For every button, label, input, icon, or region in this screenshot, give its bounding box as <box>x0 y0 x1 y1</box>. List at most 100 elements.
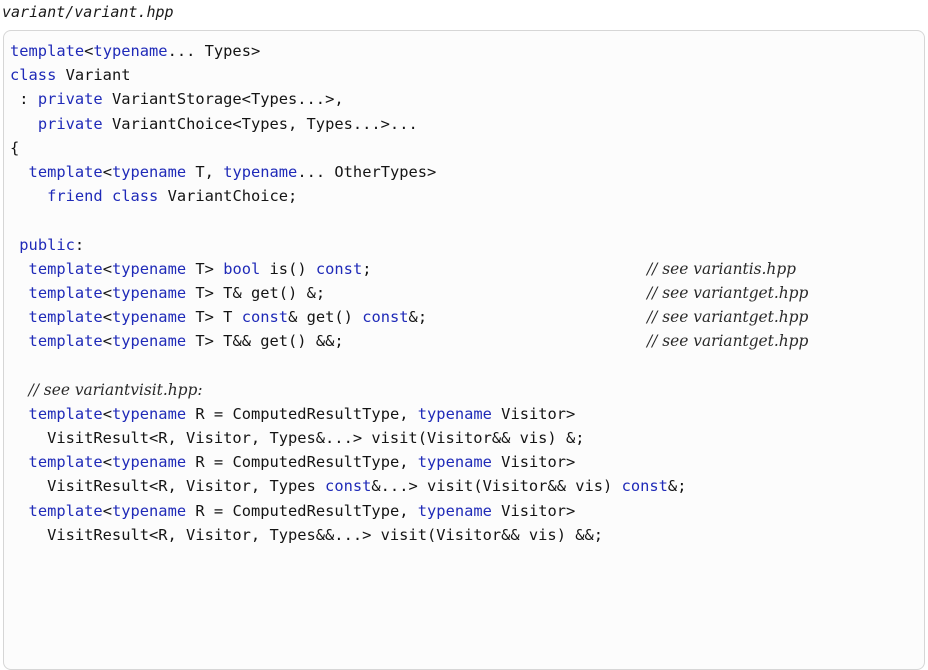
code-keyword: public <box>19 235 75 254</box>
code-keyword: typename <box>111 283 187 302</box>
code-keyword: template <box>28 283 103 302</box>
code-line: template<typename T> T&& get() &&; // see… <box>10 329 809 353</box>
code-line: friend class VariantChoice; <box>10 184 686 208</box>
code-text: VariantStorage<Types...>, <box>102 90 344 109</box>
code-keyword: template <box>10 42 85 60</box>
code-line: template<typename T> T const& get() cons… <box>10 305 809 329</box>
code-text: VisitResult<R, Visitor, Types&&...> visi… <box>10 525 604 544</box>
code-keyword: const <box>241 308 289 327</box>
code-keyword: template <box>28 453 103 472</box>
code-text: : <box>10 90 38 109</box>
code-line: VisitResult<R, Visitor, Types const&...>… <box>10 474 686 498</box>
code-listing: template<typename... Types> class Variant… <box>10 39 809 571</box>
code-keyword: private <box>37 90 103 109</box>
code-line: template<typename... Types> <box>10 39 686 63</box>
code-keyword: typename <box>111 308 187 327</box>
code-keyword: template <box>28 308 103 327</box>
code-keyword: private <box>37 114 103 133</box>
code-line: template<typename R = ComputedResultType… <box>10 402 686 426</box>
code-text: < <box>102 453 112 472</box>
code-text: Variant <box>56 66 131 85</box>
code-keyword: const <box>325 477 372 496</box>
file-name: variant/variant.hpp <box>2 3 174 21</box>
code-text: < <box>102 259 112 278</box>
code-text: < <box>102 283 112 302</box>
code-keyword: typename <box>417 404 492 423</box>
code-keyword: class <box>111 187 159 206</box>
code-line: : private VariantStorage<Types...>, <box>10 87 686 111</box>
code-text: VisitResult<R, Visitor, Types&...> visit… <box>10 429 585 447</box>
code-line: template<typename R = ComputedResultType… <box>10 499 686 523</box>
code-keyword: friend <box>47 187 103 206</box>
code-line: template<typename T> bool is() const; // … <box>10 257 796 281</box>
code-text: Visitor> <box>491 453 576 472</box>
code-keyword: typename <box>111 404 187 423</box>
code-comment: // see variantget.hpp <box>647 283 809 302</box>
code-text: VisitResult<R, Visitor, Types <box>10 477 326 496</box>
code-comment: // see variantget.hpp <box>647 308 809 327</box>
code-keyword: typename <box>111 162 187 181</box>
code-text: &; <box>667 477 687 496</box>
code-line: private VariantChoice<Types, Types...>..… <box>10 112 686 136</box>
code-text: R = ComputedResultType, <box>186 501 418 520</box>
code-keyword: typename <box>111 501 187 520</box>
code-text: is() <box>260 259 316 278</box>
code-text: T> <box>186 259 224 278</box>
code-keyword: const <box>362 308 409 327</box>
code-line: // see variantvisit.hpp: <box>10 378 686 402</box>
code-text: ... Types> <box>167 42 261 60</box>
code-text: &; <box>408 308 428 327</box>
code-keyword: template <box>28 332 103 351</box>
code-keyword: const <box>621 477 668 496</box>
code-line: template<typename R = ComputedResultType… <box>10 450 686 474</box>
code-text: < <box>102 308 112 327</box>
code-line: VisitResult<R, Visitor, Types&&...> visi… <box>10 523 686 547</box>
code-comment: // see variantvisit.hpp: <box>28 380 203 399</box>
code-text: &...> visit(Visitor&& vis) <box>371 477 622 496</box>
code-line: VisitResult<R, Visitor, Types&...> visit… <box>10 426 686 450</box>
code-line: class Variant <box>10 63 686 87</box>
code-comment: // see variantget.hpp <box>647 332 809 351</box>
code-keyword: typename <box>417 501 492 520</box>
code-keyword: class <box>10 66 57 85</box>
code-text: { <box>10 138 20 157</box>
code-keyword: template <box>28 404 103 423</box>
code-text: T> T <box>186 308 242 327</box>
code-text: < <box>102 332 112 351</box>
code-text: : <box>74 235 85 254</box>
code-keyword: typename <box>111 332 187 351</box>
code-line: template<typename T, typename... OtherTy… <box>10 160 686 184</box>
code-text: & get() <box>288 308 363 327</box>
code-text: T> T& get() &; <box>186 283 326 302</box>
code-text: < <box>102 162 112 181</box>
code-keyword: template <box>28 162 103 181</box>
code-keyword: const <box>315 259 363 278</box>
code-keyword: template <box>28 259 103 278</box>
code-text: < <box>102 404 112 423</box>
code-text: < <box>102 501 112 520</box>
code-keyword: template <box>28 501 103 520</box>
code-text: R = ComputedResultType, <box>186 453 418 472</box>
code-line: { <box>10 136 686 160</box>
code-keyword: typename <box>111 453 187 472</box>
code-line: public: <box>10 233 686 257</box>
code-line: template<typename T> T& get() &; // see v… <box>10 281 809 305</box>
code-text: VariantChoice; <box>158 187 298 206</box>
code-comment: // see variantis.hpp <box>647 259 797 278</box>
code-keyword: typename <box>93 42 168 60</box>
code-text: Visitor> <box>491 404 576 423</box>
